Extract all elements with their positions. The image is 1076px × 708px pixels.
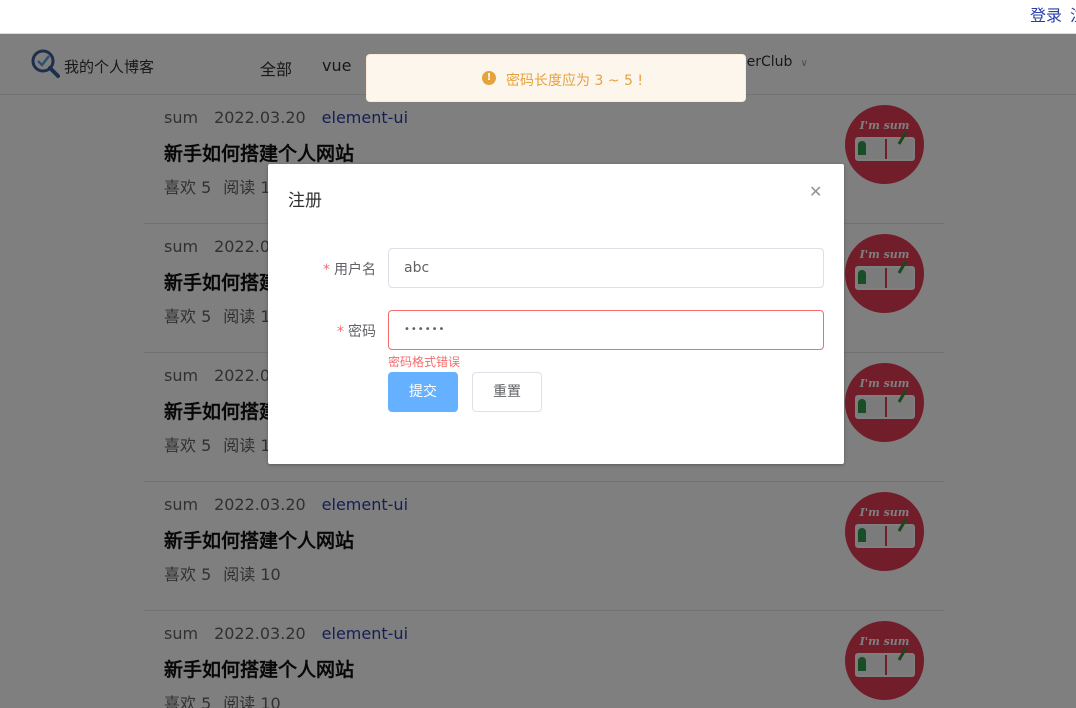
password-input[interactable]: •••••• [388,310,824,350]
username-label: * 用户名 [276,259,376,279]
dialog-title: 注册 [288,191,322,211]
submit-button[interactable]: 提交 [388,372,458,412]
password-label: * 密码 [276,321,376,341]
required-mark: * [323,262,330,278]
password-error-message: 密码格式错误 [388,355,461,369]
register-dialog: 注册 ✕ * 用户名 abc * 密码 •••••• 密码格式错误 提交 重置 [268,164,844,464]
login-link[interactable]: 登录 [1030,2,1062,26]
warning-icon: ! [482,71,496,85]
username-label-text: 用户名 [334,262,376,278]
username-input[interactable]: abc [388,248,824,288]
warning-message-text: 密码长度应为 3 ~ 5 ! [506,73,643,89]
required-mark: * [337,324,344,340]
register-link[interactable]: 注 [1070,2,1076,26]
password-label-text: 密码 [348,324,376,340]
reset-button[interactable]: 重置 [472,372,542,412]
warning-message: ! 密码长度应为 3 ~ 5 ! [366,54,746,102]
close-icon[interactable]: ✕ [809,182,822,201]
browser-top-strip [0,0,1076,34]
